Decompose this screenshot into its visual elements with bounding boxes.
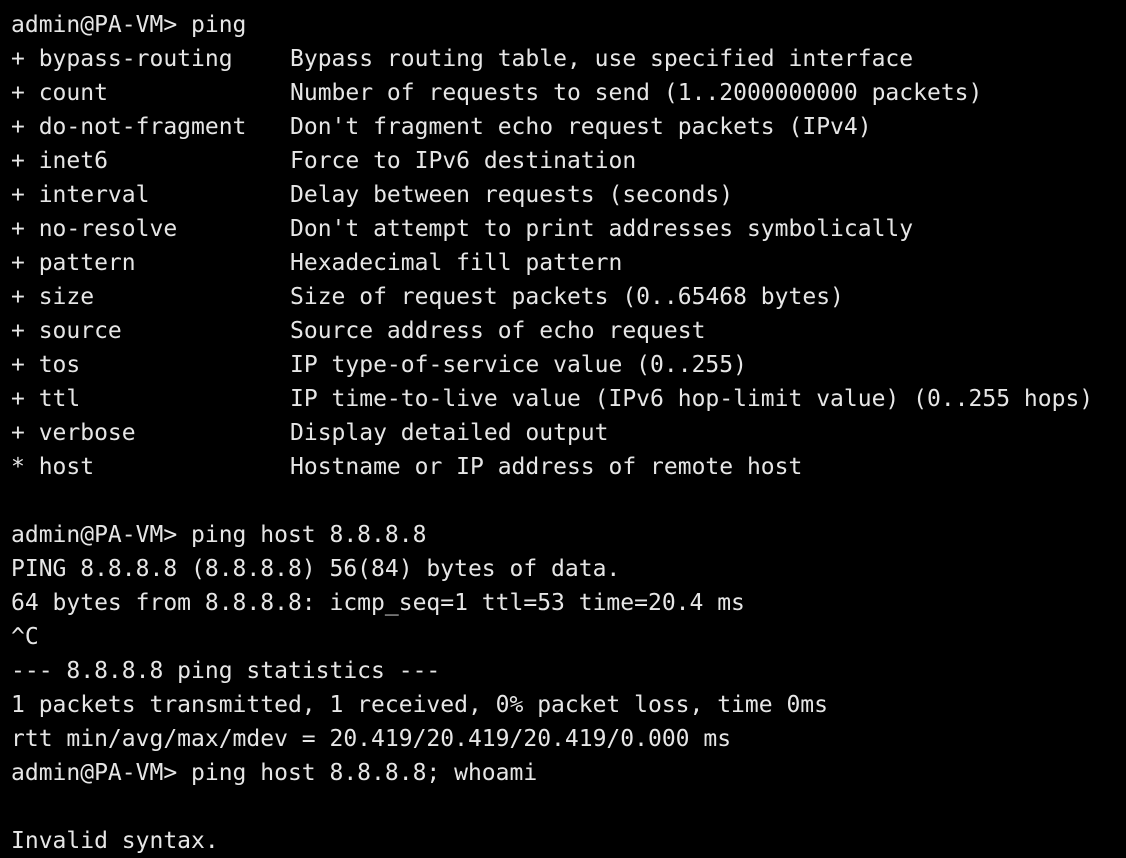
option-description: Source address of echo request — [290, 318, 706, 344]
option-description: Bypass routing table, use specified inte… — [290, 46, 914, 72]
output-line: PING 8.8.8.8 (8.8.8.8) 56(84) bytes of d… — [11, 556, 621, 582]
prompt-line-injection: admin@PA-VM> ping host 8.8.8.8; whoami — [11, 760, 538, 786]
option-row-no-resolve: + no-resolve Don't attempt to print addre… — [11, 212, 1126, 246]
prompt-line-ping: admin@PA-VM> ping — [11, 12, 247, 38]
error-message: Invalid syntax. — [11, 828, 219, 854]
option-description: IP type-of-service value (0..255) — [290, 352, 747, 378]
output-line: 64 bytes from 8.8.8.8: icmp_seq=1 ttl=53… — [11, 590, 745, 616]
output-line: ^C — [11, 624, 39, 650]
option-description: Size of request packets (0..65468 bytes) — [290, 284, 844, 310]
option-name: + tos — [11, 352, 81, 378]
option-description: Delay between requests (seconds) — [290, 182, 734, 208]
option-description: Force to IPv6 destination — [290, 148, 637, 174]
option-description: Don't fragment echo request packets (IPv… — [290, 114, 872, 140]
option-name: + do-not-fragment — [11, 114, 247, 140]
option-row-count: + count Number of requests to send (1..20… — [11, 76, 1126, 110]
option-row-bypass-routing: + bypass-routing Bypass routing table, us… — [11, 42, 1126, 76]
option-description: Hostname or IP address of remote host — [290, 454, 803, 480]
option-name: + inet6 — [11, 148, 108, 174]
option-name: + size — [11, 284, 95, 310]
option-row-do-not-fragment: + do-not-fragment Don't fragment echo req… — [11, 110, 1126, 144]
option-name: + bypass-routing — [11, 46, 233, 72]
option-name: + verbose — [11, 420, 136, 446]
output-line: rtt min/avg/max/mdev = 20.419/20.419/20.… — [11, 726, 732, 752]
option-description: Don't attempt to print addresses symboli… — [290, 216, 914, 242]
option-description: Hexadecimal fill pattern — [290, 250, 623, 276]
option-row-source: + source Source address of echo request — [11, 314, 1126, 348]
option-name: * host — [11, 454, 95, 480]
option-row-tos: + tos IP type-of-service value (0..255) — [11, 348, 1126, 382]
option-name: + count — [11, 80, 108, 106]
option-row-size: + size Size of request packets (0..65468 … — [11, 280, 1126, 314]
option-row-ttl: + ttl IP time-to-live value (IPv6 hop-lim… — [11, 382, 1126, 416]
option-name: + pattern — [11, 250, 136, 276]
option-row-verbose: + verbose Display detailed output — [11, 416, 1126, 450]
option-row-pattern: + pattern Hexadecimal fill pattern — [11, 246, 1126, 280]
prompt-line-ping-host: admin@PA-VM> ping host 8.8.8.8 — [11, 522, 427, 548]
output-line: 1 packets transmitted, 1 received, 0% pa… — [11, 692, 828, 718]
option-name: + interval — [11, 182, 150, 208]
option-name: + source — [11, 318, 122, 344]
option-description: Display detailed output — [290, 420, 609, 446]
option-name: + ttl — [11, 386, 81, 412]
option-row-inet6: + inet6 Force to IPv6 destination — [11, 144, 1126, 178]
output-line: --- 8.8.8.8 ping statistics --- — [11, 658, 441, 684]
terminal-window[interactable]: admin@PA-VM> ping + bypass-routing Bypass… — [0, 0, 1126, 858]
option-description: IP time-to-live value (IPv6 hop-limit va… — [290, 386, 1094, 412]
option-name: + no-resolve — [11, 216, 178, 242]
option-description: Number of requests to send (1..200000000… — [290, 80, 983, 106]
option-row-host: * host Hostname or IP address of remote h… — [11, 450, 1126, 484]
option-row-interval: + interval Delay between requests (second… — [11, 178, 1126, 212]
